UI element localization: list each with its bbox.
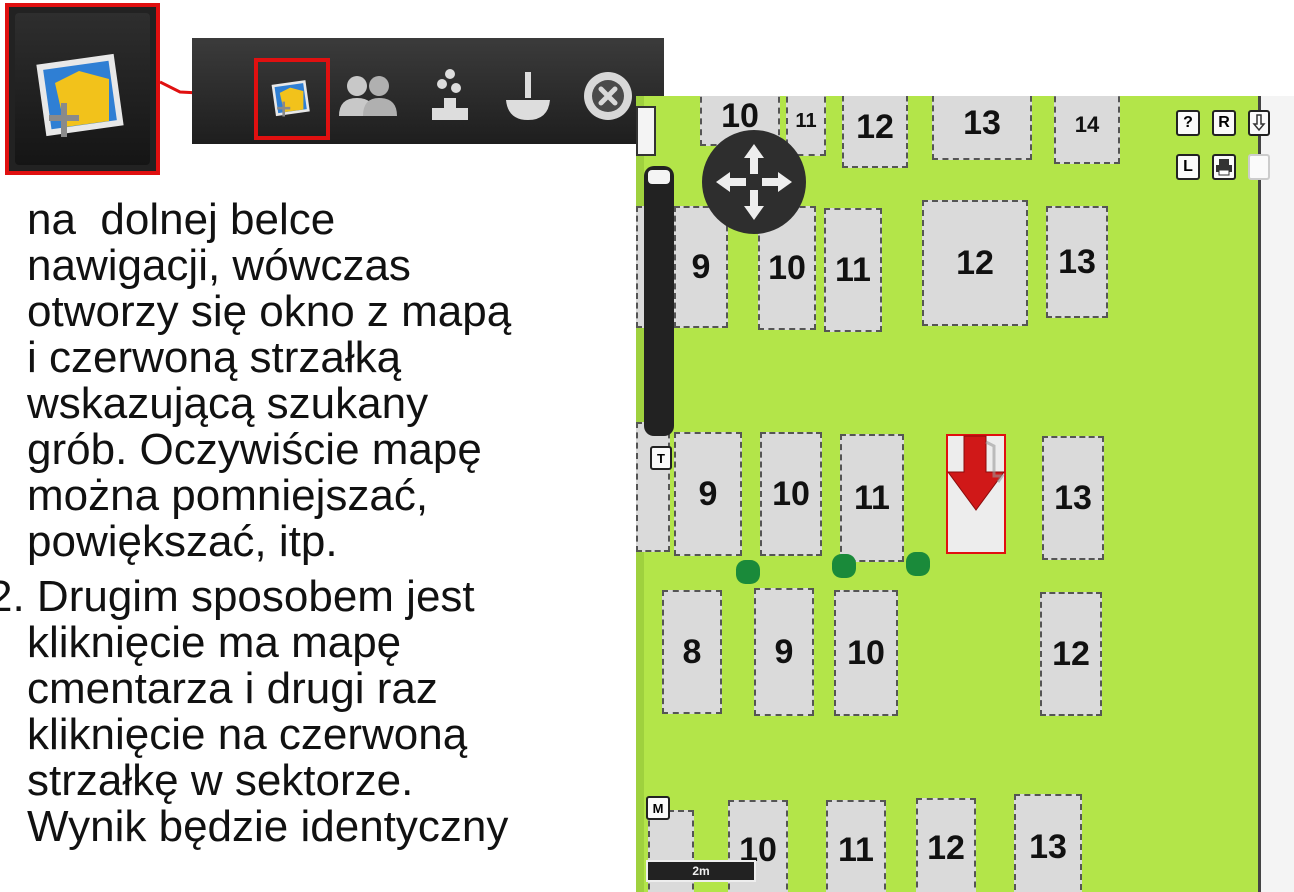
figures-button[interactable] bbox=[414, 60, 486, 132]
grave-number: 11 bbox=[835, 250, 871, 289]
instruction-line: cmentarza i drugi raz bbox=[27, 664, 438, 713]
grave-plot[interactable]: 13 bbox=[1046, 206, 1108, 318]
grave-number: 12 bbox=[1052, 634, 1090, 673]
grave-number: 14 bbox=[1074, 112, 1100, 137]
instruction-line: Wynik będzie identyczny bbox=[27, 802, 509, 851]
grave-number: 13 bbox=[1058, 242, 1096, 281]
grave-number: 9 bbox=[774, 632, 794, 671]
grave-plot[interactable] bbox=[636, 422, 670, 552]
grave-plot[interactable]: 10 bbox=[834, 590, 898, 716]
grave-number: 13 bbox=[963, 103, 1001, 142]
tree-marker bbox=[832, 554, 856, 578]
instruction-line: grób. Oczywiście mapę bbox=[27, 425, 482, 474]
tree-marker bbox=[736, 560, 760, 584]
candle-icon bbox=[506, 72, 550, 120]
people-icon bbox=[339, 76, 397, 116]
candle-figures-icon bbox=[432, 69, 468, 120]
grave-plot[interactable]: 12 bbox=[842, 96, 908, 168]
grave-plot[interactable]: 9 bbox=[674, 432, 742, 556]
map-side-button[interactable] bbox=[636, 106, 656, 156]
grave-number: 11 bbox=[854, 478, 890, 517]
map-outside-area bbox=[1261, 96, 1294, 892]
grave-number: 13 bbox=[1054, 478, 1092, 517]
people-button[interactable] bbox=[332, 60, 404, 132]
grave-number: 13 bbox=[1029, 827, 1067, 866]
grave-number: 12 bbox=[927, 828, 965, 867]
close-circle-icon bbox=[584, 72, 632, 120]
map-icon bbox=[36, 53, 124, 137]
printer-icon bbox=[1216, 159, 1232, 176]
download-button[interactable] bbox=[1248, 110, 1270, 136]
zoom-slider-track[interactable] bbox=[644, 166, 674, 436]
instruction-line: kliknięcie ma mapę bbox=[27, 618, 402, 667]
grave-plot[interactable]: 13 bbox=[1042, 436, 1104, 560]
grave-plot[interactable]: 13 bbox=[932, 96, 1032, 160]
grave-number: 11 bbox=[838, 830, 874, 869]
cemetery-map[interactable]: 10 11 12 13 14 9 10 11 12 13 9 10 11 13 … bbox=[636, 96, 1294, 892]
print-button[interactable] bbox=[1212, 154, 1236, 180]
tree-marker bbox=[906, 552, 930, 576]
zoomed-map-button-background bbox=[15, 13, 150, 165]
grave-plot[interactable]: 8 bbox=[662, 590, 722, 714]
move-arrows-icon bbox=[716, 144, 792, 220]
help-button[interactable]: ? bbox=[1176, 110, 1200, 136]
grave-number: 10 bbox=[847, 633, 885, 672]
bottom-navigation-bar bbox=[192, 38, 664, 144]
pan-control[interactable] bbox=[702, 130, 806, 234]
zoomed-map-button bbox=[5, 3, 160, 175]
grave-plot[interactable]: 12 bbox=[1040, 592, 1102, 716]
grave-number: 12 bbox=[856, 107, 894, 146]
candle-button[interactable] bbox=[492, 60, 564, 132]
grave-plot[interactable]: 10 bbox=[760, 432, 822, 556]
grave-number: 10 bbox=[768, 248, 806, 287]
instruction-line: strzałkę w sektorze. bbox=[27, 756, 414, 805]
layers-button[interactable] bbox=[1248, 154, 1270, 180]
zoom-slider-handle[interactable] bbox=[648, 170, 670, 184]
instruction-line: powiększać, itp. bbox=[27, 517, 338, 566]
red-location-arrow-icon[interactable] bbox=[942, 432, 1012, 516]
grave-plot[interactable]: 9 bbox=[754, 588, 814, 716]
instruction-line: na dolnej belce bbox=[27, 195, 336, 244]
grave-number: 12 bbox=[956, 243, 994, 282]
grave-number: 9 bbox=[691, 247, 711, 286]
instruction-line: wskazującą szukany bbox=[27, 379, 429, 428]
grave-plot[interactable]: 11 bbox=[840, 434, 904, 562]
download-icon bbox=[1252, 114, 1266, 132]
instruction-line: kliknięcie na czerwoną bbox=[27, 710, 468, 759]
close-button[interactable] bbox=[572, 60, 644, 132]
grave-number: 8 bbox=[682, 632, 702, 671]
instruction-line: otworzy się okno z mapą bbox=[27, 287, 512, 336]
right-button[interactable]: R bbox=[1212, 110, 1236, 136]
instruction-line: nawigacji, wówczas bbox=[27, 241, 411, 290]
instruction-line: i czerwoną strzałką bbox=[27, 333, 402, 382]
map-icon bbox=[271, 80, 310, 117]
instruction-line: można pomniejszać, bbox=[27, 471, 429, 520]
grave-plot[interactable]: 14 bbox=[1054, 96, 1120, 164]
grave-plot[interactable]: 13 bbox=[1014, 794, 1082, 892]
left-button[interactable]: L bbox=[1176, 154, 1200, 180]
scale-bar: 2m bbox=[646, 860, 756, 882]
grave-plot[interactable]: 12 bbox=[916, 798, 976, 892]
grave-number: 9 bbox=[698, 474, 718, 513]
grave-number: 10 bbox=[772, 474, 810, 513]
map-button[interactable] bbox=[254, 58, 330, 140]
map-label-m[interactable]: M bbox=[646, 796, 670, 820]
grave-plot[interactable]: 11 bbox=[826, 800, 886, 892]
map-label-t[interactable]: T bbox=[650, 446, 672, 470]
instruction-line: 2. Drugim sposobem jest bbox=[0, 572, 475, 621]
grave-plot[interactable]: 12 bbox=[922, 200, 1028, 326]
grave-plot[interactable]: 11 bbox=[824, 208, 882, 332]
scale-label: 2m bbox=[692, 864, 710, 878]
